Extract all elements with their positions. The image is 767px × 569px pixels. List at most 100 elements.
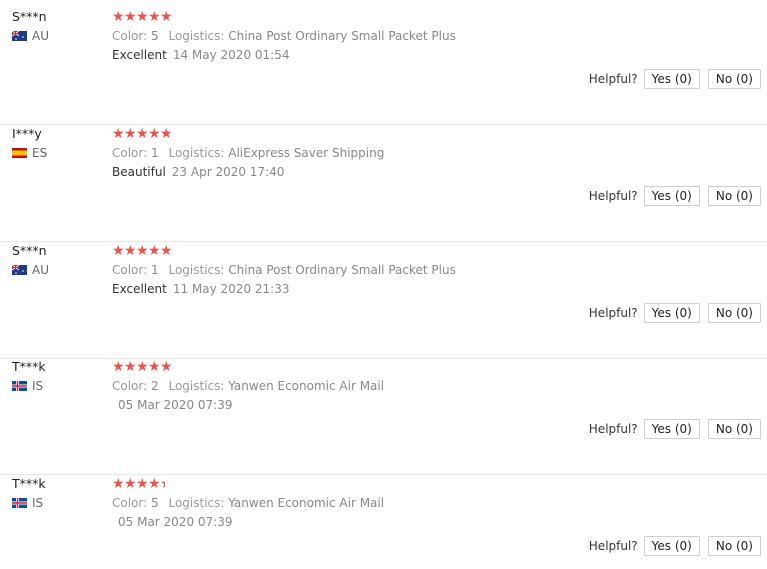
helpful-label: Helpful? [588, 189, 638, 203]
half-star-icon: ★ [160, 477, 165, 491]
review-meta: Excellent 11 May 2020 21:33 [112, 281, 289, 297]
divider [0, 241, 767, 242]
review-text: Beautiful [112, 165, 166, 179]
helpful-yes-button[interactable]: Yes (0) [643, 69, 700, 89]
review-meta: 05 Mar 2020 07:39 [112, 397, 232, 413]
color-label: Color: [112, 29, 148, 43]
star-icon: ★ [136, 243, 149, 259]
review-date: 05 Mar 2020 07:39 [118, 515, 233, 529]
reviewer-country: AU [12, 263, 49, 277]
star-icon: ★ [124, 9, 137, 25]
review-text: Excellent [112, 48, 167, 62]
helpful-no-button[interactable]: No (0) [707, 536, 761, 556]
star-icon: ★ [112, 9, 125, 25]
review-meta: Excellent 14 May 2020 01:54 [112, 47, 289, 63]
star-icon: ★ [112, 476, 125, 492]
reviewer-name: S***n [12, 243, 47, 258]
star-icon: ★ [124, 126, 137, 142]
star-rating: ★★★★★ [112, 9, 173, 25]
review-item: T***k IS ★ ★ ★ ★ ★ Color: 2 Logistics: Yanwe… [0, 359, 767, 475]
helpful-vote: Helpful? Yes (0) No (0) [589, 186, 761, 206]
star-icon: ★ [112, 243, 125, 259]
review-date: 23 Apr 2020 17:40 [171, 165, 285, 179]
star-icon: ★ [112, 126, 125, 142]
helpful-no-button[interactable]: No (0) [707, 69, 761, 89]
logistics-value: AliExpress Saver Shipping [228, 146, 385, 160]
color-value: 1 [151, 263, 159, 277]
country-code: IS [32, 496, 44, 510]
star-icon: ★ [160, 243, 173, 259]
color-value: 5 [151, 29, 159, 43]
helpful-yes-button[interactable]: Yes (0) [643, 419, 700, 439]
logistics-label: Logistics: [168, 263, 225, 277]
review-content: ★ ★ ★ ★ ★ Color: 5 Logistics: China Post Ord… [112, 9, 456, 62]
helpful-vote: Helpful? Yes (0) No (0) [589, 69, 761, 89]
star-icon: ★ [136, 9, 149, 25]
helpful-vote: Helpful? Yes (0) No (0) [589, 536, 761, 556]
reviewer-name: T***k [12, 476, 46, 491]
review-item: T***k IS ★★★★★ Color: 5 Logistics: Yanwe… [0, 476, 767, 569]
review-meta: 05 Mar 2020 07:39 [112, 514, 232, 530]
country-code: AU [32, 263, 49, 277]
star-icon: ★ [136, 126, 149, 142]
helpful-vote: Helpful? Yes (0) No (0) [589, 419, 761, 439]
star-icon: ★ [148, 476, 161, 492]
flag-iceland-icon [12, 498, 27, 508]
review-attributes: Color: 1 Logistics: AliExpress Saver Shi… [112, 145, 384, 161]
country-code: ES [32, 146, 48, 160]
star-rating: ★★★★★ [112, 243, 173, 259]
country-code: IS [32, 379, 44, 393]
helpful-yes-button[interactable]: Yes (0) [643, 536, 700, 556]
star-icon: ★ [136, 476, 149, 492]
reviewer-country: IS [12, 496, 43, 510]
reviewer-name: T***k [12, 359, 46, 374]
review-item: I***y ES ★ ★ ★ ★ ★ Color: 1 Logistics: AliEx… [0, 126, 767, 242]
flag-australia-icon [12, 265, 27, 275]
country-code: AU [32, 29, 49, 43]
review-content: ★ ★ ★ ★ ★ Color: 2 Logistics: Yanwen Economi… [112, 359, 384, 412]
star-icon: ★ [124, 359, 137, 375]
review-content: ★ ★ ★ ★ ★ Color: 1 Logistics: AliExpress Sav… [112, 126, 384, 179]
helpful-no-button[interactable]: No (0) [707, 419, 761, 439]
star-icon: ★ [160, 359, 173, 375]
review-content: ★ ★ ★ ★ ★ Color: 1 Logistics: China Post Ord… [112, 243, 456, 296]
helpful-vote: Helpful? Yes (0) No (0) [589, 303, 761, 323]
divider [0, 474, 767, 475]
review-item: S***n AU ★ ★ ★ ★ ★ Color: 5 Logistics: China… [0, 9, 767, 125]
logistics-label: Logistics: [168, 146, 225, 160]
star-icon: ★ [160, 9, 173, 25]
review-item: S***n AU ★ ★ ★ ★ ★ Color: 1 Logistics: China… [0, 243, 767, 359]
review-date: 14 May 2020 01:54 [172, 48, 290, 62]
reviewer-info: T***k IS [12, 476, 46, 510]
star-icon: ★ [148, 9, 161, 25]
star-rating: ★★★★★ [112, 476, 165, 492]
review-date: 11 May 2020 21:33 [172, 282, 290, 296]
star-icon: ★ [148, 126, 161, 142]
helpful-label: Helpful? [588, 539, 638, 553]
color-value: 1 [151, 146, 159, 160]
color-label: Color: [112, 263, 148, 277]
logistics-value: China Post Ordinary Small Packet Plus [228, 29, 456, 43]
helpful-yes-button[interactable]: Yes (0) [643, 186, 700, 206]
review-text: Excellent [112, 282, 167, 296]
reviewer-country: ES [12, 146, 47, 160]
logistics-label: Logistics: [168, 29, 225, 43]
review-attributes: Color: 2 Logistics: Yanwen Economic Air … [112, 378, 384, 394]
review-content: ★★★★★ Color: 5 Logistics: Yanwen Economi… [112, 476, 384, 529]
star-icon: ★ [148, 359, 161, 375]
helpful-yes-button[interactable]: Yes (0) [643, 303, 700, 323]
reviewer-name: S***n [12, 9, 47, 24]
helpful-no-button[interactable]: No (0) [707, 186, 761, 206]
flag-spain-icon [12, 148, 27, 158]
star-icon: ★ [112, 359, 125, 375]
star-icon: ★ [124, 243, 137, 259]
color-label: Color: [112, 146, 148, 160]
reviewer-info: S***n AU [12, 9, 49, 43]
helpful-no-button[interactable]: No (0) [707, 303, 761, 323]
star-icon: ★ [148, 243, 161, 259]
reviewer-country: AU [12, 29, 49, 43]
reviewer-info: I***y ES [12, 126, 47, 160]
color-value: 5 [151, 496, 159, 510]
logistics-value: Yanwen Economic Air Mail [228, 496, 385, 510]
color-value: 2 [151, 379, 159, 393]
